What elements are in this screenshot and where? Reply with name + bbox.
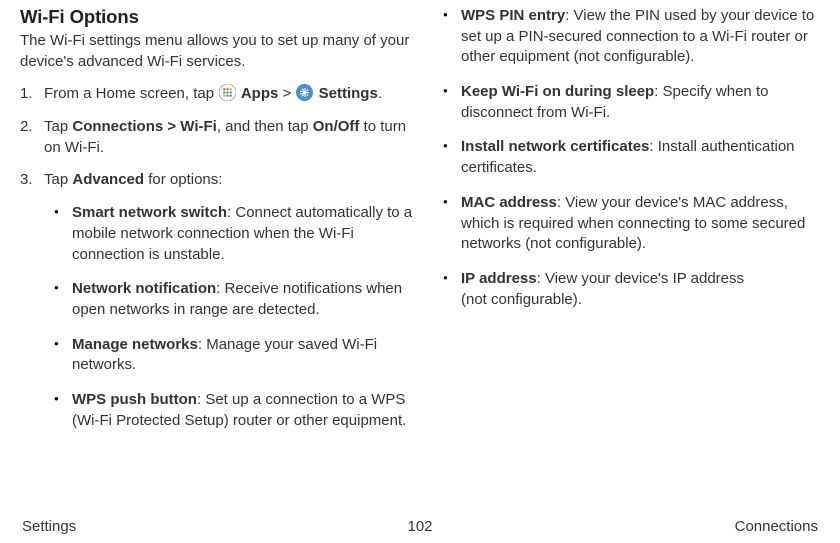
steps-list: From a Home screen, tap Apps > Settings.… — [20, 84, 413, 431]
right-bullet-list: WPS PIN entry: View the PIN used by your… — [437, 6, 830, 310]
left-bullet-list: Smart network switch: Connect automatica… — [44, 203, 413, 431]
option-name: Manage networks — [72, 336, 198, 353]
list-item: Install network certificates: Install au… — [437, 137, 830, 178]
intro-paragraph: The Wi-Fi settings menu allows you to se… — [20, 31, 413, 72]
list-item: Smart network switch: Connect automatica… — [44, 203, 413, 265]
list-item: IP address: View your device's IP addres… — [437, 269, 830, 310]
step-1: From a Home screen, tap Apps > Settings. — [20, 84, 413, 105]
bold-text: Advanced — [72, 171, 144, 188]
list-item: WPS PIN entry: View the PIN used by your… — [437, 6, 830, 68]
step-suffix: . — [378, 85, 382, 102]
apps-label: Apps — [237, 85, 278, 102]
step-text: Tap — [44, 171, 72, 188]
section-heading: Wi-Fi Options — [20, 6, 413, 28]
step-text: Tap — [44, 118, 72, 135]
option-name: Network notification — [72, 280, 216, 297]
option-name: MAC address — [461, 194, 557, 211]
option-name: WPS push button — [72, 391, 197, 408]
option-name: WPS PIN entry — [461, 7, 565, 24]
step-2: Tap Connections > Wi-Fi, and then tap On… — [20, 117, 413, 158]
page-number: 102 — [407, 518, 432, 535]
option-name: Keep Wi-Fi on during sleep — [461, 83, 654, 100]
option-name: Smart network switch — [72, 204, 227, 221]
bold-text: On/Off — [313, 118, 360, 135]
bold-text: Connections > Wi-Fi — [72, 118, 216, 135]
step-text: From a Home screen, tap — [44, 85, 218, 102]
apps-icon — [219, 84, 236, 101]
step-text: , and then tap — [217, 118, 313, 135]
list-item: Keep Wi-Fi on during sleep: Specify when… — [437, 82, 830, 123]
footer-left: Settings — [22, 518, 76, 535]
settings-label: Settings — [314, 85, 377, 102]
step-3: Tap Advanced for options: Smart network … — [20, 170, 413, 431]
step-text: for options: — [144, 171, 222, 188]
footer-right: Connections — [735, 518, 818, 535]
settings-icon — [296, 84, 313, 101]
list-item: Network notification: Receive notificati… — [44, 279, 413, 320]
list-item: WPS push button: Set up a connection to … — [44, 390, 413, 431]
option-name: IP address — [461, 270, 537, 287]
left-column: Wi-Fi Options The Wi-Fi settings menu al… — [20, 6, 413, 496]
right-column: WPS PIN entry: View the PIN used by your… — [437, 6, 830, 496]
page-footer: Settings 102 Connections — [0, 518, 840, 535]
list-item: MAC address: View your device's MAC addr… — [437, 193, 830, 255]
option-name: Install network certificates — [461, 138, 649, 155]
list-item: Manage networks: Manage your saved Wi-Fi… — [44, 335, 413, 376]
separator: > — [278, 85, 295, 102]
